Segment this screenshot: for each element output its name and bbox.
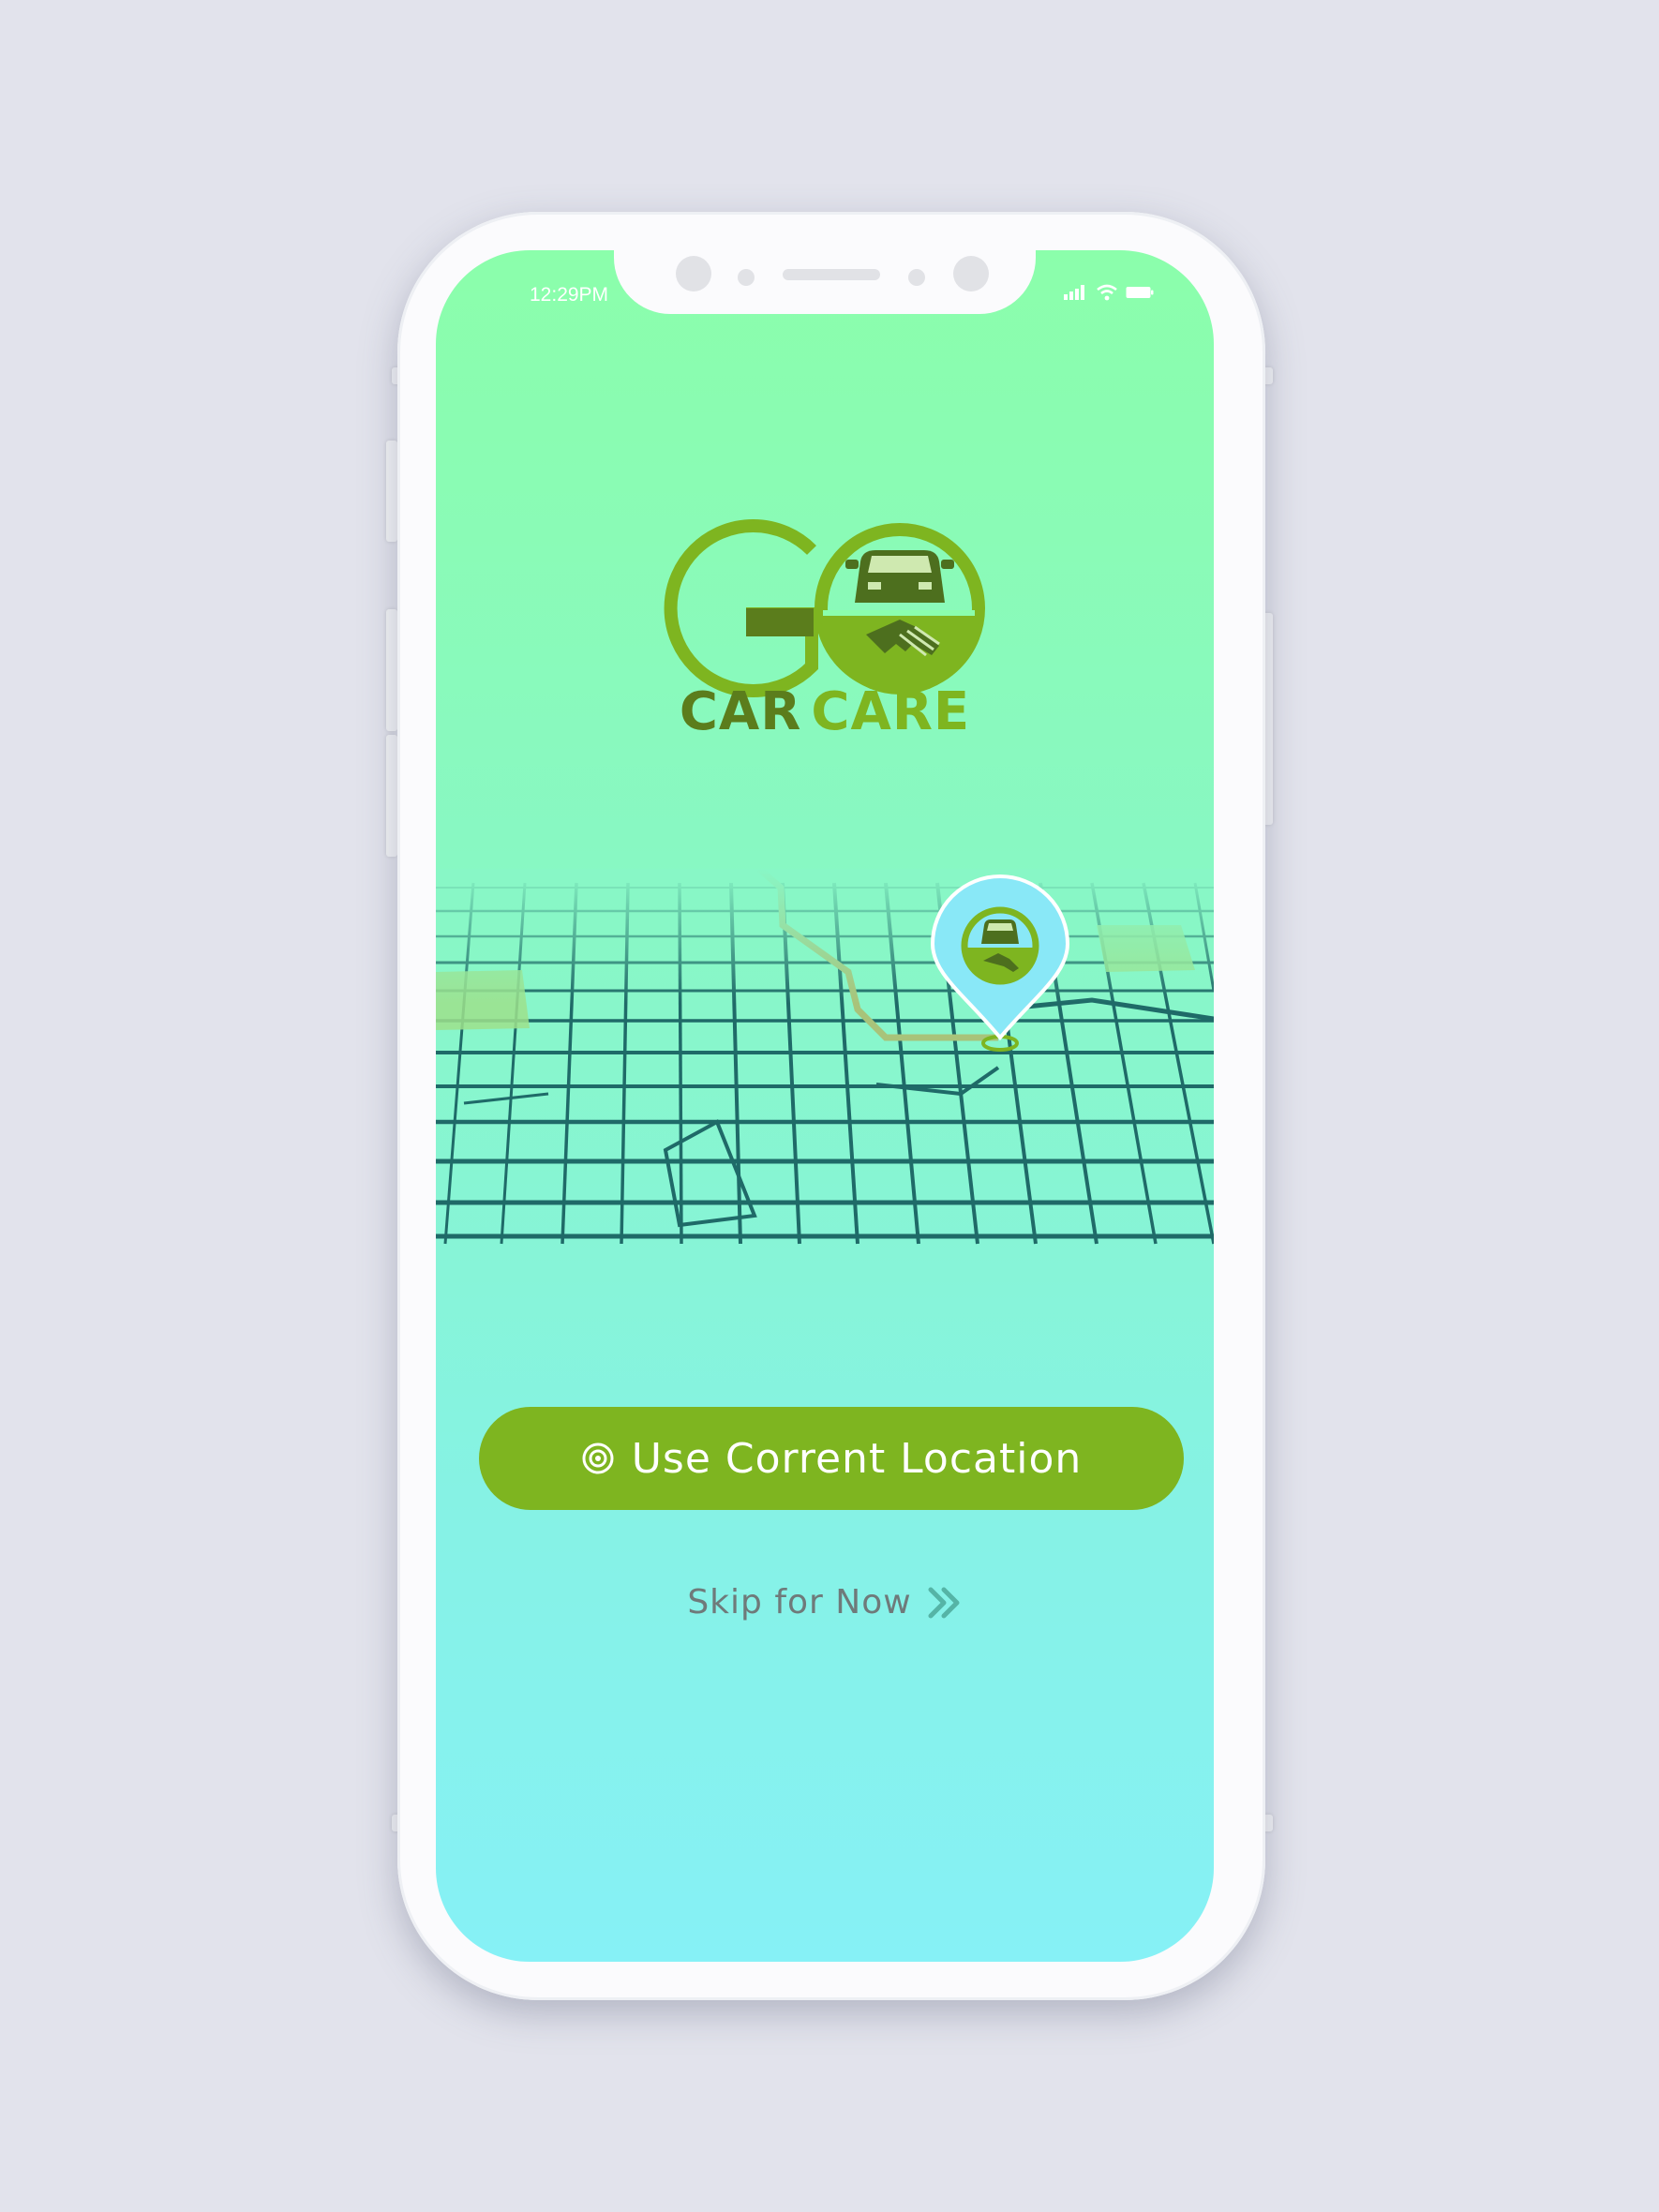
logo-text: CAR CARE bbox=[436, 681, 1214, 742]
logo-word-care: CARE bbox=[811, 681, 971, 742]
skip-for-now-link[interactable]: Skip for Now bbox=[436, 1583, 1214, 1622]
battery-icon bbox=[1126, 287, 1154, 298]
sensor-dot bbox=[738, 269, 755, 286]
logo-word-car: CAR bbox=[679, 681, 802, 742]
app-screen: 12:29PM CAR CARE Use Corrent Location Sk… bbox=[436, 250, 1214, 1962]
wifi-icon bbox=[1097, 284, 1117, 301]
use-current-location-label: Use Corrent Location bbox=[631, 1434, 1083, 1483]
earpiece-speaker bbox=[783, 269, 880, 280]
target-icon bbox=[582, 1442, 614, 1474]
volume-down-button[interactable] bbox=[386, 609, 397, 731]
skip-label: Skip for Now bbox=[687, 1583, 912, 1622]
sensor-dot-right bbox=[908, 269, 925, 286]
status-time: 12:29PM bbox=[530, 284, 609, 306]
city-map bbox=[436, 869, 1214, 1253]
signal-icon bbox=[1064, 285, 1084, 300]
volume-aux-button[interactable] bbox=[386, 735, 397, 857]
status-icons bbox=[1064, 284, 1154, 301]
use-current-location-button[interactable]: Use Corrent Location bbox=[479, 1407, 1184, 1510]
volume-up-button[interactable] bbox=[386, 441, 397, 542]
phone-notch bbox=[614, 250, 1036, 314]
front-camera bbox=[676, 256, 711, 291]
face-sensor bbox=[953, 256, 989, 291]
double-chevron-right-icon bbox=[928, 1587, 960, 1618]
